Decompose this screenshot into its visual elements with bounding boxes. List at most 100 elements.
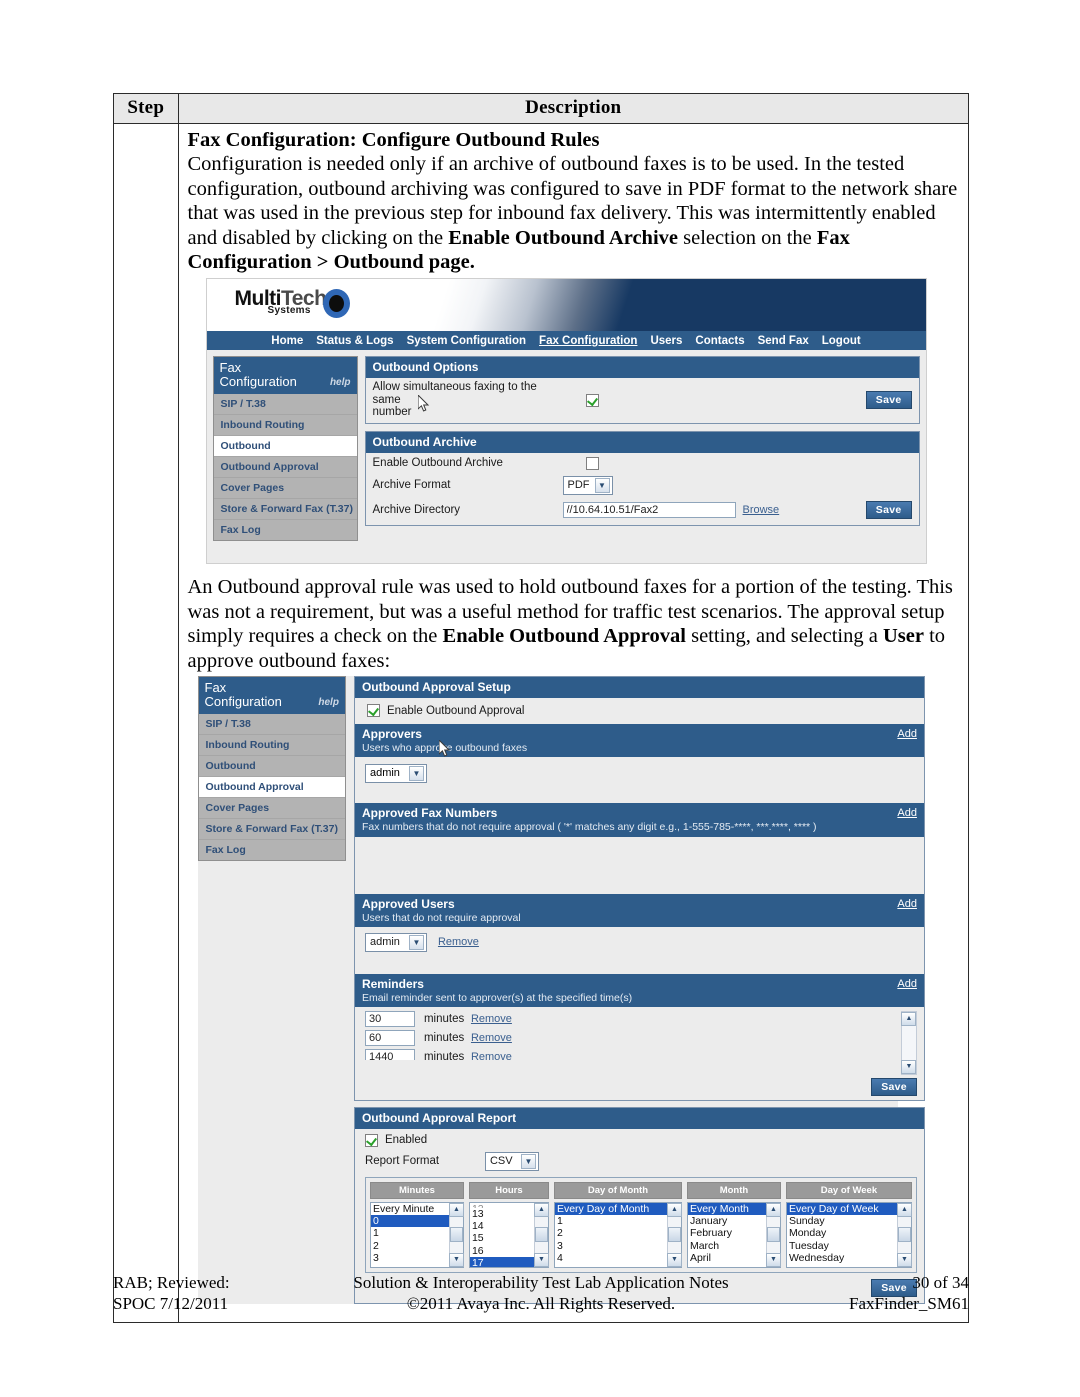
archive-directory-input[interactable] bbox=[562, 501, 736, 518]
day-of-week-scrollbar[interactable]: ▲ ▼ bbox=[896, 1202, 912, 1267]
hours-listbox-items[interactable]: 12 13 14 15 16 17 bbox=[469, 1203, 534, 1267]
sidebar-2-item-outbound-approval[interactable]: Outbound Approval bbox=[198, 777, 345, 799]
list-item[interactable]: March bbox=[688, 1240, 766, 1252]
sidebar-item-inbound-routing[interactable]: Inbound Routing bbox=[213, 415, 357, 437]
minutes-scrollbar[interactable]: ▲ ▼ bbox=[448, 1202, 464, 1267]
scroll-down-icon[interactable]: ▼ bbox=[896, 1252, 912, 1267]
list-item[interactable]: Every Day of Month bbox=[554, 1202, 667, 1215]
sidebar-2-item-outbound[interactable]: Outbound bbox=[198, 756, 345, 778]
list-item[interactable]: 1 bbox=[371, 1227, 449, 1239]
scroll-up-icon[interactable]: ▲ bbox=[901, 1011, 917, 1026]
sidebar-item-outbound[interactable]: Outbound bbox=[213, 436, 357, 458]
outbound-options-save-button[interactable]: Save bbox=[865, 391, 912, 410]
nav-item-fax-configuration[interactable]: Fax Configuration bbox=[539, 335, 637, 347]
approved-fax-numbers-add-link[interactable]: Add bbox=[897, 807, 917, 819]
main-navigation[interactable]: Home Status & Logs System Configuration … bbox=[206, 331, 926, 351]
scroll-thumb[interactable] bbox=[667, 1227, 681, 1243]
sidebar-2-item-store-forward-fax[interactable]: Store & Forward Fax (T.37) bbox=[198, 819, 345, 841]
month-listbox[interactable]: Every Month January February March April bbox=[686, 1201, 781, 1268]
list-item[interactable]: Monday bbox=[787, 1227, 897, 1239]
hours-listbox[interactable]: 12 13 14 15 16 17 bbox=[468, 1201, 549, 1268]
outbound-archive-save-button[interactable]: Save bbox=[865, 500, 912, 519]
list-item[interactable]: 17 bbox=[469, 1257, 534, 1267]
approvers-add-link[interactable]: Add bbox=[897, 728, 917, 740]
list-item[interactable]: Every Minute bbox=[371, 1203, 449, 1215]
approved-users-add-link[interactable]: Add bbox=[897, 898, 917, 910]
archive-directory-browse-link[interactable]: Browse bbox=[743, 504, 780, 516]
approvers-user-select[interactable]: admin ▼ bbox=[364, 763, 427, 783]
approved-users-select[interactable]: admin ▼ bbox=[364, 932, 427, 952]
enable-outbound-archive-checkbox[interactable] bbox=[586, 456, 599, 470]
scroll-thumb[interactable] bbox=[449, 1227, 463, 1243]
sidebar-item-fax-log[interactable]: Fax Log bbox=[214, 520, 357, 540]
scroll-up-icon[interactable]: ▲ bbox=[533, 1202, 549, 1217]
scroll-down-icon[interactable]: ▼ bbox=[533, 1252, 549, 1267]
scroll-down-icon[interactable]: ▼ bbox=[448, 1252, 464, 1267]
list-item[interactable]: Wednesday bbox=[787, 1252, 897, 1264]
archive-format-select[interactable]: PDF ▼ bbox=[562, 475, 613, 495]
day-of-week-listbox[interactable]: Every Day of Week Sunday Monday Tuesday … bbox=[785, 1201, 912, 1268]
list-item[interactable]: 15 bbox=[470, 1232, 534, 1244]
nav-item-users[interactable]: Users bbox=[650, 335, 682, 347]
sidebar-help-link[interactable]: help bbox=[330, 376, 351, 390]
sidebar-item-sip-t38[interactable]: SIP / T.38 bbox=[213, 394, 357, 416]
day-of-month-listbox-items[interactable]: Every Day of Month 1 2 3 4 bbox=[554, 1202, 667, 1267]
allow-simultaneous-checkbox[interactable] bbox=[586, 393, 599, 407]
list-item[interactable]: 1 bbox=[555, 1215, 667, 1227]
reminder-minutes-input[interactable] bbox=[364, 1010, 415, 1027]
reminders-save-button[interactable]: Save bbox=[871, 1077, 917, 1096]
nav-item-send-fax[interactable]: Send Fax bbox=[758, 335, 809, 347]
sidebar-item-store-forward-fax[interactable]: Store & Forward Fax (T.37) bbox=[213, 499, 357, 521]
nav-item-contacts[interactable]: Contacts bbox=[695, 335, 744, 347]
scroll-down-icon[interactable]: ▼ bbox=[765, 1252, 781, 1267]
list-item[interactable]: Every Month bbox=[687, 1202, 766, 1215]
reminder-minutes-input[interactable] bbox=[364, 1048, 415, 1060]
nav-item-home[interactable]: Home bbox=[271, 335, 303, 347]
list-item[interactable]: 3 bbox=[371, 1252, 449, 1264]
list-item[interactable]: 13 bbox=[470, 1208, 534, 1220]
minutes-listbox[interactable]: Every Minute 0 1 2 3 ▲ ▼ bbox=[369, 1201, 464, 1268]
list-item[interactable]: Sunday bbox=[787, 1215, 897, 1227]
reminder-remove-link[interactable]: Remove bbox=[471, 1013, 512, 1025]
list-item[interactable]: Every Day of Week bbox=[786, 1202, 897, 1215]
list-item[interactable]: 0 bbox=[370, 1214, 449, 1228]
list-item[interactable]: April bbox=[688, 1252, 766, 1264]
scroll-thumb[interactable] bbox=[897, 1227, 911, 1243]
sidebar-2-item-fax-log[interactable]: Fax Log bbox=[199, 840, 345, 860]
day-of-month-scrollbar[interactable]: ▲ ▼ bbox=[666, 1202, 682, 1267]
reminders-scrollbar[interactable]: ▲ ▼ bbox=[900, 1010, 917, 1075]
list-item[interactable]: 2 bbox=[555, 1227, 667, 1239]
month-scrollbar[interactable]: ▲ ▼ bbox=[765, 1202, 781, 1267]
enable-outbound-approval-checkbox[interactable] bbox=[366, 704, 380, 718]
sidebar-2-help-link[interactable]: help bbox=[318, 696, 339, 710]
list-item[interactable]: 16 bbox=[470, 1245, 534, 1257]
reminder-remove-link[interactable]: Remove bbox=[471, 1051, 512, 1060]
list-item[interactable]: 4 bbox=[555, 1252, 667, 1264]
minutes-listbox-items[interactable]: Every Minute 0 1 2 3 bbox=[370, 1203, 449, 1267]
scroll-up-icon[interactable]: ▲ bbox=[448, 1202, 464, 1217]
sidebar-item-outbound-approval[interactable]: Outbound Approval bbox=[213, 457, 357, 479]
approved-users-remove-link[interactable]: Remove bbox=[438, 936, 479, 948]
nav-item-system-configuration[interactable]: System Configuration bbox=[407, 335, 526, 347]
report-format-select[interactable]: CSV ▼ bbox=[484, 1151, 539, 1171]
reminders-add-link[interactable]: Add bbox=[897, 978, 917, 990]
list-item[interactable]: Tuesday bbox=[787, 1240, 897, 1252]
sidebar-2-item-cover-pages[interactable]: Cover Pages bbox=[198, 798, 345, 820]
hours-scrollbar[interactable]: ▲ ▼ bbox=[533, 1202, 549, 1267]
nav-item-logout[interactable]: Logout bbox=[822, 335, 861, 347]
sidebar-2-item-sip-t38[interactable]: SIP / T.38 bbox=[198, 714, 345, 736]
sidebar-2-item-inbound-routing[interactable]: Inbound Routing bbox=[198, 735, 345, 757]
scroll-down-icon[interactable]: ▼ bbox=[901, 1059, 917, 1074]
day-of-month-listbox[interactable]: Every Day of Month 1 2 3 4 ▲ ▼ bbox=[553, 1201, 682, 1268]
scroll-thumb[interactable] bbox=[766, 1227, 780, 1243]
scroll-down-icon[interactable]: ▼ bbox=[666, 1252, 682, 1267]
list-item[interactable]: January bbox=[688, 1215, 766, 1227]
reminder-remove-link[interactable]: Remove bbox=[471, 1032, 512, 1044]
list-item[interactable]: 14 bbox=[470, 1220, 534, 1232]
list-item[interactable]: 3 bbox=[555, 1240, 667, 1252]
list-item[interactable]: February bbox=[688, 1227, 766, 1239]
scroll-up-icon[interactable]: ▲ bbox=[896, 1202, 912, 1217]
report-enabled-checkbox[interactable] bbox=[364, 1133, 378, 1147]
month-listbox-items[interactable]: Every Month January February March April bbox=[687, 1202, 766, 1267]
scroll-up-icon[interactable]: ▲ bbox=[765, 1202, 781, 1217]
